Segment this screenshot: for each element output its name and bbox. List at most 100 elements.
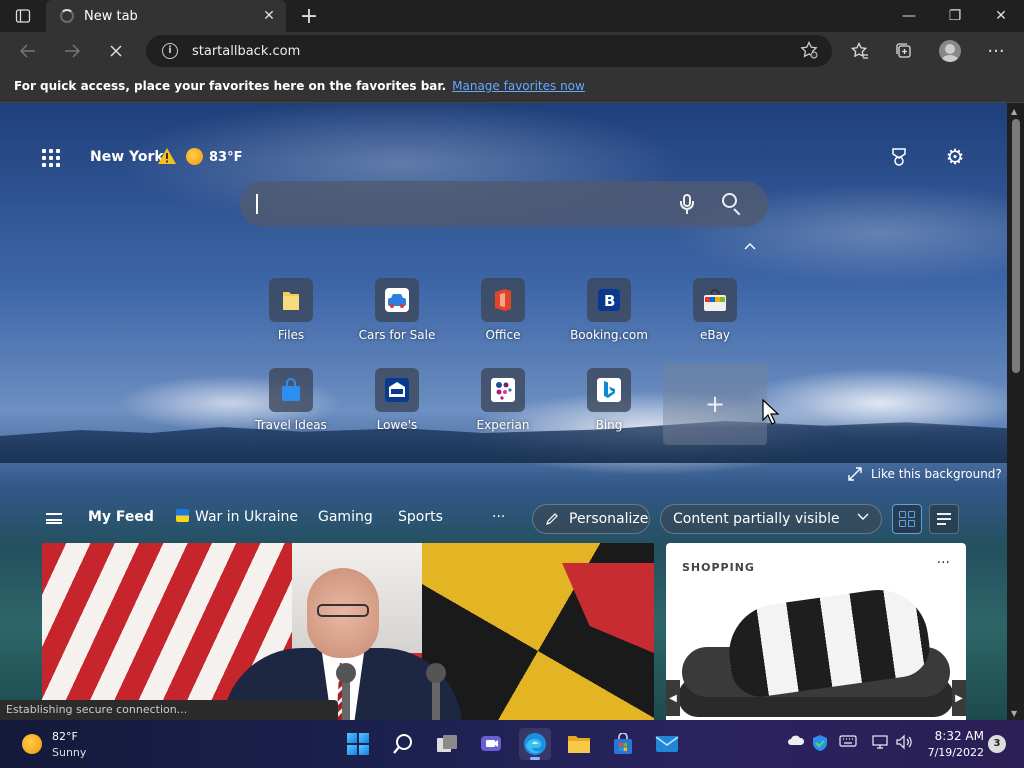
pencil-icon <box>545 512 559 526</box>
add-quick-link-button[interactable]: + <box>663 363 767 445</box>
apps-launcher-icon[interactable] <box>42 149 62 167</box>
carousel-next-button[interactable]: ▶ <box>952 680 966 716</box>
edge-icon <box>524 733 546 755</box>
scroll-thumb[interactable] <box>1012 119 1020 373</box>
address-bar[interactable]: i startallback.com <box>146 35 832 67</box>
feed-tab-sports[interactable]: Sports <box>398 509 443 525</box>
manage-favorites-link[interactable]: Manage favorites now <box>452 79 585 93</box>
taskbar-edge-button[interactable] <box>519 728 551 760</box>
search-input[interactable] <box>260 189 660 219</box>
teams-chat-button[interactable] <box>475 728 507 760</box>
weather-temperature[interactable]: 83°F <box>209 150 242 165</box>
search-box[interactable] <box>240 181 768 227</box>
quick-link-files[interactable]: Files <box>241 278 341 342</box>
weather-city[interactable]: New York <box>90 149 164 165</box>
title-bar: New tab ✕ + <box>0 0 1024 32</box>
taskbar-search-button[interactable] <box>387 728 419 760</box>
network-icon[interactable] <box>870 734 890 754</box>
content-visibility-dropdown[interactable]: Content partially visible <box>660 504 882 534</box>
site-info-icon[interactable]: i <box>162 43 178 59</box>
tab-close-icon[interactable]: ✕ <box>260 7 278 25</box>
feed-tab-gaming[interactable]: Gaming <box>318 509 373 525</box>
onedrive-icon[interactable] <box>786 734 806 754</box>
address-url[interactable]: startallback.com <box>192 44 300 59</box>
news-hero-card[interactable] <box>42 543 654 720</box>
clock-date[interactable]: 7/19/2022 <box>922 746 984 759</box>
weather-alert-icon[interactable] <box>157 147 177 165</box>
feed-tab-my-feed[interactable]: My Feed <box>88 509 154 525</box>
personalize-button[interactable]: Personalize <box>532 504 650 534</box>
quick-link-travel-ideas[interactable]: Travel Ideas <box>241 368 341 432</box>
new-tab-button[interactable]: + <box>292 0 326 32</box>
tab-actions-button[interactable] <box>0 0 46 32</box>
stop-loading-button[interactable] <box>98 35 134 67</box>
taskbar-sun-icon[interactable] <box>22 734 42 754</box>
favorites-button[interactable] <box>840 35 880 67</box>
booking-icon: B <box>587 278 631 322</box>
collections-button[interactable] <box>884 35 924 67</box>
rewards-icon[interactable] <box>888 147 910 169</box>
restore-button[interactable]: ❐ <box>932 0 978 32</box>
taskbar: 82°F Sunny 8:32 AM 7/19/2022 3 <box>0 720 1024 768</box>
hamburger-menu-icon[interactable] <box>46 513 62 524</box>
microphone-icon[interactable] <box>680 194 694 214</box>
tab-new-tab[interactable]: New tab ✕ <box>46 0 286 32</box>
notification-badge[interactable]: 3 <box>988 735 1006 753</box>
close-window-button[interactable]: ✕ <box>978 0 1024 32</box>
minimize-button[interactable]: — <box>886 0 932 32</box>
visibility-label: Content partially visible <box>673 511 840 527</box>
collapse-links-icon[interactable] <box>744 239 758 251</box>
quick-link-label: Travel Ideas <box>255 418 327 432</box>
chat-icon <box>481 736 501 751</box>
shopping-card[interactable]: SHOPPING ··· ◀ ▶ <box>666 543 966 720</box>
like-background-text: Like this background? <box>871 467 1002 481</box>
task-view-button[interactable] <box>431 728 463 760</box>
scroll-down-icon[interactable]: ▼ <box>1011 709 1017 718</box>
settings-more-button[interactable]: ··· <box>976 35 1016 67</box>
feed-tab-war-in-ukraine[interactable]: War in Ukraine <box>176 509 298 525</box>
quick-link-bing[interactable]: Bing <box>559 368 659 432</box>
security-shield-icon[interactable] <box>810 734 830 754</box>
clock-time[interactable]: 8:32 AM <box>932 729 984 743</box>
back-arrow-icon <box>20 44 35 58</box>
add-favorite-icon[interactable] <box>800 40 818 64</box>
search-icon[interactable] <box>722 193 744 216</box>
card-more-icon[interactable]: ··· <box>937 555 950 571</box>
feed-more-icon[interactable]: ··· <box>492 509 505 525</box>
shopping-label: SHOPPING <box>682 561 755 574</box>
quick-link-office[interactable]: Office <box>453 278 553 342</box>
forward-arrow-icon <box>65 44 80 58</box>
mail-button[interactable] <box>651 728 683 760</box>
forward-button[interactable] <box>54 35 90 67</box>
taskbar-weather-condition[interactable]: Sunny <box>52 746 86 759</box>
quick-link-lowes[interactable]: Lowe's <box>347 368 447 432</box>
page-scrollbar[interactable]: ▲ ▼ <box>1007 103 1024 720</box>
status-bar: Establishing secure connection... <box>0 700 338 720</box>
taskbar-temperature[interactable]: 82°F <box>52 730 78 743</box>
profile-button[interactable] <box>930 35 970 67</box>
quick-link-ebay[interactable]: eBay <box>665 278 765 342</box>
start-button[interactable] <box>342 728 374 760</box>
quick-link-booking[interactable]: B Booking.com <box>559 278 659 342</box>
carousel-prev-button[interactable]: ◀ <box>666 680 680 716</box>
feed-navigation: My Feed War in Ukraine Gaming Sports ···… <box>0 499 1007 535</box>
microsoft-store-button[interactable] <box>607 728 639 760</box>
like-background-link[interactable]: Like this background? <box>848 467 1002 481</box>
windows-logo-icon <box>347 733 369 755</box>
list-layout-button[interactable] <box>929 504 959 534</box>
grid-layout-button[interactable] <box>892 504 922 534</box>
quick-link-experian[interactable]: Experian <box>453 368 553 432</box>
loading-spinner-icon <box>60 9 74 23</box>
product-image-slipper <box>678 583 954 720</box>
quick-link-cars-for-sale[interactable]: Cars for Sale <box>347 278 447 342</box>
quick-link-label: Lowe's <box>376 418 418 432</box>
page-settings-icon[interactable]: ⚙ <box>944 146 966 168</box>
personalize-label: Personalize <box>569 511 649 527</box>
quick-link-label: Files <box>277 328 305 342</box>
volume-icon[interactable] <box>894 734 914 754</box>
back-button[interactable] <box>10 35 46 67</box>
keyboard-icon[interactable] <box>838 734 858 754</box>
new-tab-page: New York 83°F ⚙ Files Cars for Sale Offi… <box>0 103 1007 720</box>
scroll-up-icon[interactable]: ▲ <box>1011 107 1017 116</box>
file-explorer-button[interactable] <box>563 728 595 760</box>
